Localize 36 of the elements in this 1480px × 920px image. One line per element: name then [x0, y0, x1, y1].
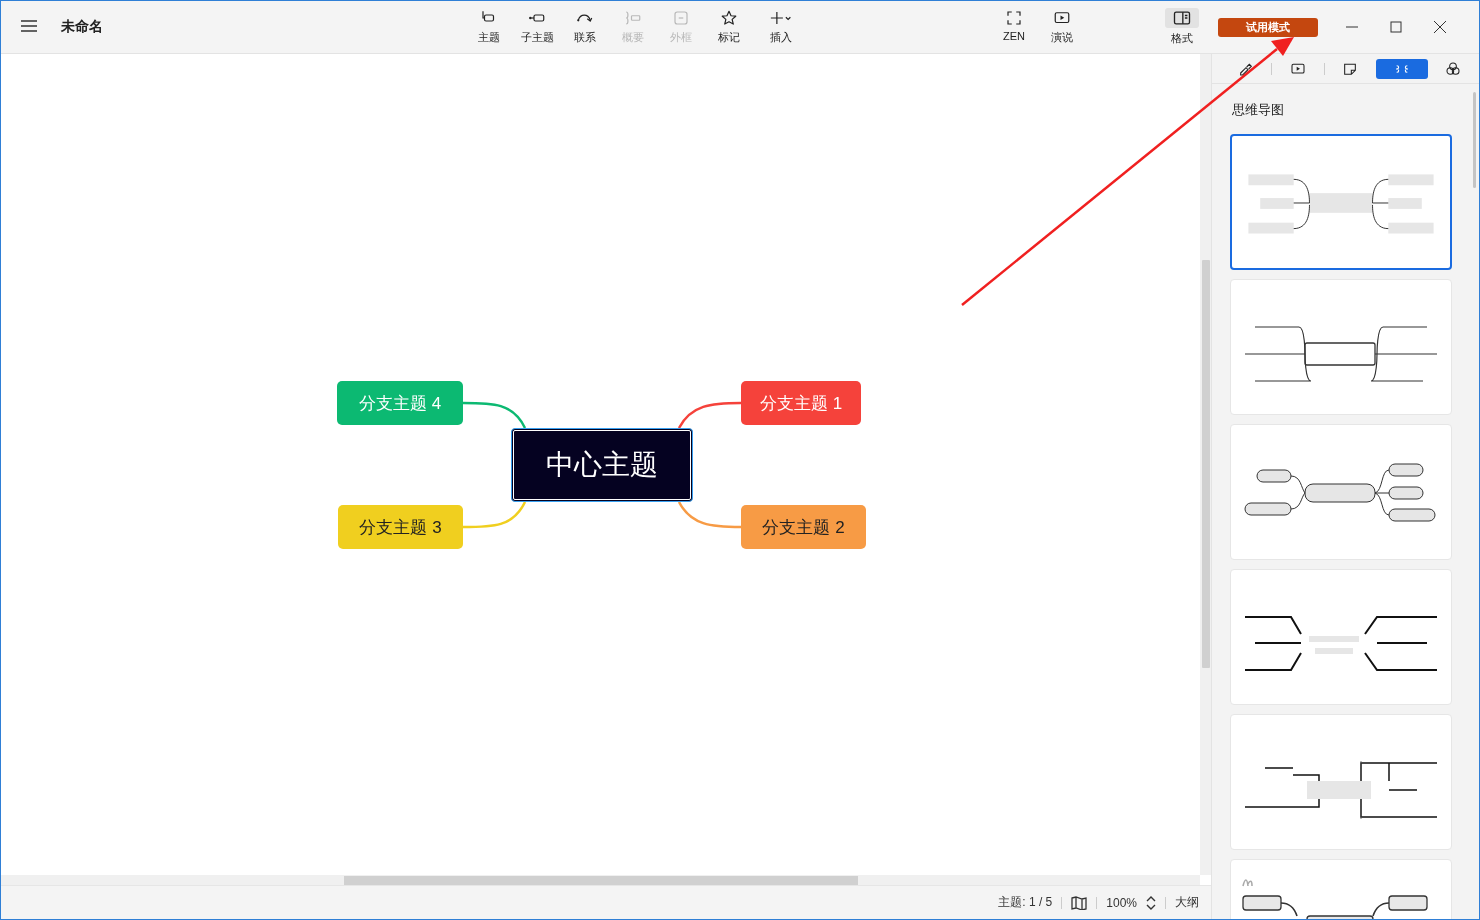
scrollbar-thumb[interactable]	[1473, 92, 1476, 188]
boundary-icon	[672, 9, 690, 27]
map-icon	[1071, 895, 1088, 910]
toolbar-button[interactable]: 插入	[753, 5, 809, 49]
maximize-icon	[1388, 20, 1404, 34]
central-topic[interactable]: 中心主题	[511, 428, 693, 502]
toolbar-button[interactable]: 主题	[465, 5, 513, 49]
zoom-level: 100%	[1106, 895, 1137, 910]
toolbar-button[interactable]: 标记	[705, 5, 753, 49]
close-icon	[1432, 20, 1448, 34]
star-icon	[720, 9, 738, 27]
plus-icon	[770, 9, 792, 27]
fullscreen-icon	[1005, 9, 1023, 27]
toolbar-button[interactable]: 子主题	[513, 5, 561, 49]
chevron-up-down-icon	[1146, 894, 1156, 911]
branch-topic[interactable]: 分支主题 3	[338, 505, 463, 549]
summary-icon	[624, 9, 642, 27]
horizontal-scrollbar[interactable]	[1, 875, 1200, 885]
layout-thumbnail[interactable]	[1230, 134, 1452, 270]
topic-count: 主题: 1 / 5	[998, 894, 1053, 911]
toolbar-button[interactable]: 演说	[1038, 5, 1086, 49]
circles-icon	[1445, 60, 1462, 77]
zoom-stepper[interactable]	[1146, 894, 1156, 911]
window-title: 未命名	[61, 18, 104, 36]
outline-button[interactable]: 大纲	[1175, 894, 1199, 911]
section-heading: 思维导图	[1232, 101, 1285, 119]
vertical-scrollbar[interactable]	[1200, 54, 1211, 875]
branch-topic[interactable]: 分支主题 2	[741, 505, 866, 549]
toolbar-button[interactable]: 联系	[561, 5, 609, 49]
trial-mode-button[interactable]: 试用模式	[1218, 17, 1318, 37]
format-button[interactable]: 格式	[1166, 4, 1198, 50]
map-button[interactable]	[1071, 895, 1088, 910]
toolbar-button[interactable]: ZEN	[990, 5, 1038, 49]
panel-icon	[1165, 8, 1199, 28]
branch-topic[interactable]: 分支主题 1	[741, 381, 861, 425]
panel-tab[interactable]	[1376, 58, 1428, 79]
